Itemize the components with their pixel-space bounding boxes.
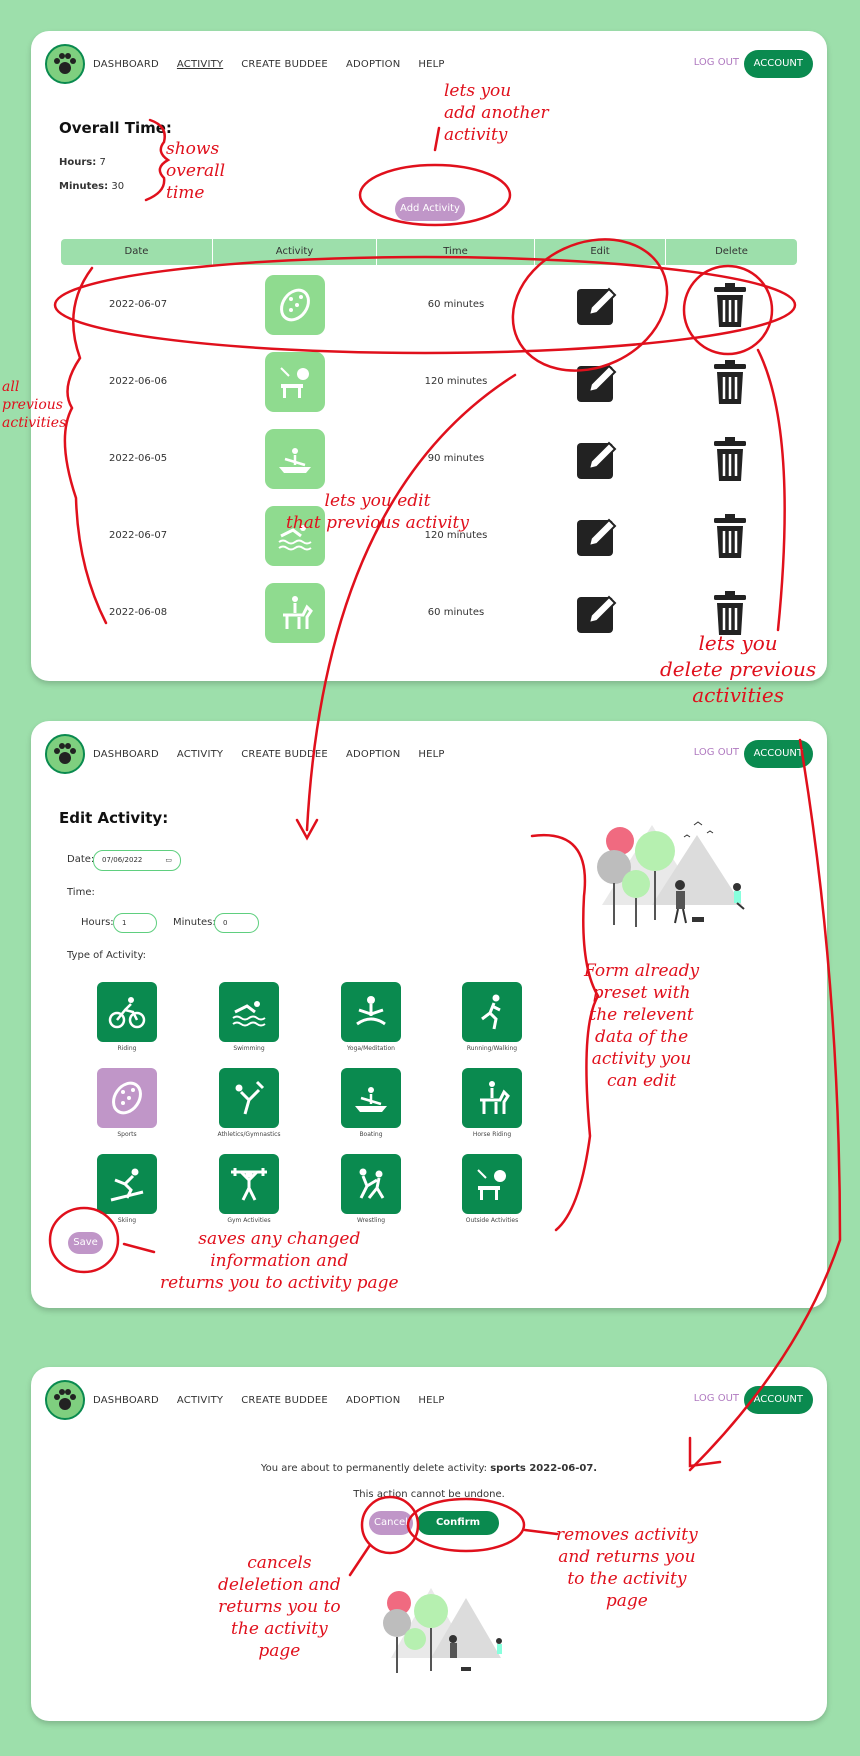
annotation-add-activity: lets you add another activity (444, 81, 549, 145)
annotation-form-preset: Form already preset with the relevent data … (584, 961, 700, 1091)
annotation-previous-activities: all previous activities (2, 379, 67, 431)
annotation-cancel: cancels deleletion and returns you to the a… (218, 1553, 341, 1661)
annotation-confirm: removes activity and returns you to the ac… (556, 1525, 698, 1611)
annotation-strokes (48, 118, 842, 1577)
annotation-edit-previous: lets you edit that previous activity (286, 491, 469, 533)
annotation-delete-previous: lets you delete previous activities (660, 631, 817, 707)
annotation-overall-time: shows overall time (166, 139, 226, 203)
annotation-save: saves any changed information and returns … (160, 1229, 399, 1293)
